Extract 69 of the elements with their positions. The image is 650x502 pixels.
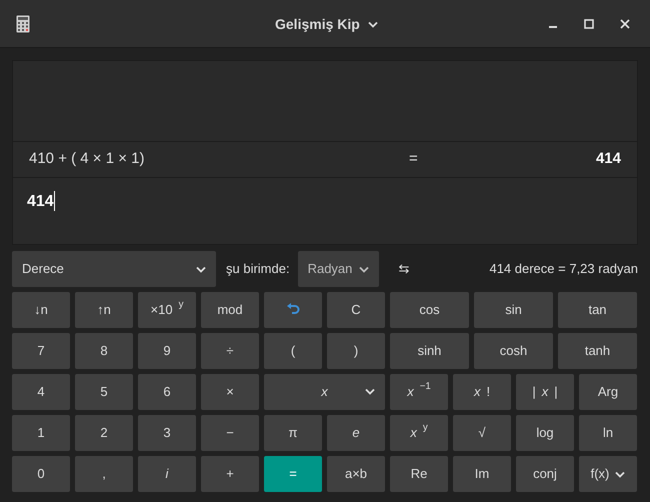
key-button[interactable]: ÷ bbox=[201, 333, 259, 369]
key-button[interactable]: sin bbox=[474, 292, 553, 328]
key-button[interactable]: Im bbox=[453, 456, 511, 492]
to-unit-dropdown[interactable]: Radyan bbox=[298, 251, 379, 287]
input-value: 414 bbox=[27, 192, 54, 212]
history-row[interactable]: 410 + ( 4 × 1 × 1) = 414 bbox=[13, 141, 637, 178]
variable-dropdown[interactable]: x bbox=[264, 374, 385, 410]
undo-button[interactable] bbox=[264, 292, 322, 328]
equals-button[interactable]: = bbox=[264, 456, 322, 492]
key-button[interactable]: 1 bbox=[12, 415, 70, 451]
key-button[interactable]: i bbox=[138, 456, 196, 492]
input-field[interactable]: 414 bbox=[13, 178, 637, 244]
key-button[interactable]: conj bbox=[516, 456, 574, 492]
key-button[interactable]: 3 bbox=[138, 415, 196, 451]
key-button[interactable]: 5 bbox=[75, 374, 133, 410]
from-unit-dropdown[interactable]: Derece bbox=[12, 251, 216, 287]
key-button[interactable]: sinh bbox=[390, 333, 469, 369]
key-button[interactable]: 0 bbox=[12, 456, 70, 492]
history-result: 414 bbox=[596, 149, 621, 170]
chevron-down-icon bbox=[615, 470, 626, 478]
key-button[interactable]: ) bbox=[327, 333, 385, 369]
key-button[interactable]: π bbox=[264, 415, 322, 451]
key-button[interactable]: x$^{−1}$ bbox=[390, 374, 448, 410]
key-button[interactable]: mod bbox=[201, 292, 259, 328]
key-button[interactable]: 4 bbox=[12, 374, 70, 410]
key-button[interactable]: ↓n bbox=[12, 292, 70, 328]
calculator-icon bbox=[16, 14, 30, 32]
key-button[interactable]: 6 bbox=[138, 374, 196, 410]
key-button[interactable]: ↑n bbox=[75, 292, 133, 328]
key-button[interactable]: tanh bbox=[558, 333, 637, 369]
key-button[interactable]: e bbox=[327, 415, 385, 451]
function-menu-button[interactable]: f(x) bbox=[579, 456, 637, 492]
close-icon[interactable] bbox=[620, 18, 630, 28]
history-expression: 410 + ( 4 × 1 × 1) bbox=[29, 149, 146, 170]
chevron-down-icon bbox=[358, 266, 369, 272]
equals-sign: = bbox=[409, 149, 418, 170]
key-button[interactable]: − bbox=[201, 415, 259, 451]
window-title[interactable]: Gelişmiş Kip bbox=[275, 14, 378, 35]
key-button[interactable]: tan bbox=[558, 292, 637, 328]
maximize-icon[interactable] bbox=[584, 18, 594, 28]
key-button[interactable]: ( bbox=[264, 333, 322, 369]
key-button[interactable]: x! bbox=[453, 374, 511, 410]
key-button[interactable]: Re bbox=[390, 456, 448, 492]
key-button[interactable]: × bbox=[201, 374, 259, 410]
key-button[interactable]: 2 bbox=[75, 415, 133, 451]
key-button[interactable]: 8 bbox=[75, 333, 133, 369]
chevron-down-icon bbox=[365, 388, 375, 395]
swap-units-button[interactable]: ⇆ bbox=[398, 259, 410, 279]
key-button[interactable]: cos bbox=[390, 292, 469, 328]
chevron-down-icon bbox=[368, 21, 378, 28]
key-button[interactable]: √ bbox=[453, 415, 511, 451]
key-button[interactable]: Arg bbox=[579, 374, 637, 410]
key-button[interactable]: + bbox=[201, 456, 259, 492]
key-button[interactable]: 7 bbox=[12, 333, 70, 369]
key-button[interactable]: ×10$^{y}$ bbox=[138, 292, 196, 328]
key-button[interactable]: ln bbox=[579, 415, 637, 451]
key-button[interactable]: a×b bbox=[327, 456, 385, 492]
key-button[interactable]: |x| bbox=[516, 374, 574, 410]
key-button[interactable]: , bbox=[75, 456, 133, 492]
chevron-down-icon bbox=[196, 266, 206, 272]
key-button[interactable]: 9 bbox=[138, 333, 196, 369]
key-button[interactable]: log bbox=[516, 415, 574, 451]
text-cursor bbox=[54, 191, 55, 211]
conversion-result: 414 derece = 7,23 radyan bbox=[489, 260, 638, 278]
key-button[interactable]: x$^{y}$ bbox=[390, 415, 448, 451]
unit-label: şu birimde: bbox=[226, 260, 290, 278]
undo-icon bbox=[286, 303, 300, 317]
key-button[interactable]: cosh bbox=[474, 333, 553, 369]
key-button[interactable]: C bbox=[327, 292, 385, 328]
